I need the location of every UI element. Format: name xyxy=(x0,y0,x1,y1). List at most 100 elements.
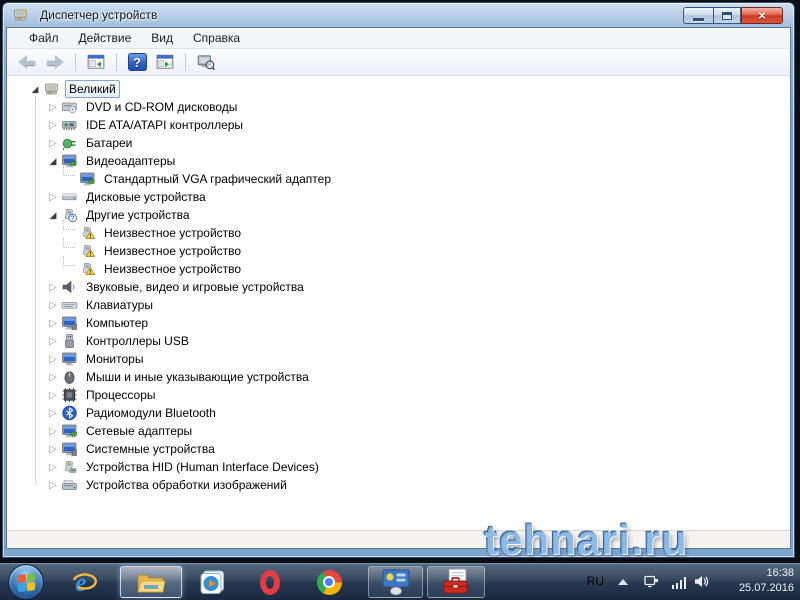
taskbar-clock[interactable]: 16:38 25.07.2016 xyxy=(739,566,794,596)
start-button[interactable] xyxy=(8,564,44,600)
tree-item[interactable]: Сетевые адаптеры xyxy=(7,422,790,440)
tree-item[interactable]: Системные устройства xyxy=(7,440,790,458)
expander-icon[interactable] xyxy=(45,135,61,151)
taskbar-opera[interactable] xyxy=(250,566,290,598)
tree-item-label: Батареи xyxy=(86,136,133,150)
expander-icon[interactable] xyxy=(45,279,61,295)
volume-icon[interactable] xyxy=(693,573,710,590)
clock-time: 16:38 xyxy=(766,567,794,579)
expander-icon[interactable] xyxy=(45,117,61,133)
expander-icon[interactable] xyxy=(27,81,43,97)
tree-item-root[interactable]: Великий xyxy=(7,80,790,98)
minimize-button[interactable] xyxy=(683,7,713,24)
toolbar-separator xyxy=(185,53,186,71)
tree-item-label: Устройства HID (Human Interface Devices) xyxy=(86,460,319,474)
titlebar[interactable]: Диспетчер устройств × xyxy=(6,3,791,27)
tree-item[interactable]: Контроллеры USB xyxy=(7,332,790,350)
taskbar-windows-explorer[interactable] xyxy=(120,566,182,598)
tree-item-label: Неизвестное устройство xyxy=(104,226,242,240)
device-manager-icon xyxy=(12,7,29,23)
warning-device-icon xyxy=(79,225,96,241)
expander-icon[interactable] xyxy=(45,459,61,475)
expander-icon[interactable] xyxy=(45,333,61,349)
expander-icon[interactable] xyxy=(45,207,61,223)
close-button[interactable]: × xyxy=(741,7,783,24)
tree-item[interactable]: Стандартный VGA графический адаптер xyxy=(7,166,790,188)
clock-date: 25.07.2016 xyxy=(738,582,794,594)
action-pane-icon xyxy=(156,53,174,71)
help-button[interactable]: ? xyxy=(125,51,149,73)
tree-item[interactable]: Батареи xyxy=(7,134,790,152)
menu-bar: Файл Действие Вид Справка xyxy=(7,28,790,49)
forward-button[interactable] xyxy=(43,51,67,73)
tree-item[interactable]: Неизвестное устройство xyxy=(7,256,790,278)
taskbar-admin-toolbox[interactable] xyxy=(427,566,485,598)
expander-icon[interactable] xyxy=(45,315,61,331)
tree-item[interactable]: Клавиатуры xyxy=(7,296,790,314)
tree-item[interactable]: Устройства HID (Human Interface Devices) xyxy=(7,458,790,476)
network-signal-icon[interactable] xyxy=(671,576,686,589)
device-manager-window: Диспетчер устройств × Файл Действие Вид … xyxy=(2,2,795,558)
menu-file[interactable]: Файл xyxy=(19,29,69,47)
system-device-icon xyxy=(61,441,78,457)
back-button[interactable] xyxy=(15,51,39,73)
tree-item[interactable]: IDE ATA/ATAPI контроллеры xyxy=(7,116,790,134)
maximize-button[interactable] xyxy=(713,7,741,24)
expander-icon[interactable] xyxy=(45,297,61,313)
console-tree-button[interactable] xyxy=(84,51,108,73)
tree-item[interactable]: Видеоадаптеры xyxy=(7,152,790,170)
tree-item-label: Неизвестное устройство xyxy=(104,262,242,276)
menu-view[interactable]: Вид xyxy=(141,29,183,47)
speaker-icon xyxy=(61,279,78,295)
toolbox-icon xyxy=(443,568,468,594)
forward-icon xyxy=(44,54,66,70)
device-tree: Великий DVD и CD-ROM дисководы IDE ATA/A… xyxy=(7,76,790,530)
monitor-icon xyxy=(61,351,78,367)
expander-icon[interactable] xyxy=(45,477,61,493)
toolbar: ? xyxy=(7,49,790,76)
windows-logo-icon xyxy=(17,572,35,592)
menu-help[interactable]: Справка xyxy=(183,29,250,47)
tree-item[interactable]: Мыши и иные указывающие устройства xyxy=(7,368,790,386)
taskbar-media-player[interactable] xyxy=(192,566,232,598)
expander-icon[interactable] xyxy=(45,189,61,205)
opera-icon xyxy=(260,569,280,595)
expander-icon[interactable] xyxy=(45,153,61,169)
tree-item-label: IDE ATA/ATAPI контроллеры xyxy=(86,118,244,132)
scan-hardware-button[interactable] xyxy=(194,51,218,73)
tree-item[interactable]: DVD и CD-ROM дисководы xyxy=(7,98,790,116)
client-area: Файл Действие Вид Справка ? Великий xyxy=(6,27,791,549)
taskbar-chrome[interactable] xyxy=(308,566,350,598)
tree-item[interactable]: Дисковые устройства xyxy=(7,188,790,206)
menu-action[interactable]: Действие xyxy=(69,29,142,47)
tree-item-label: Сетевые адаптеры xyxy=(86,424,193,438)
tree-item[interactable]: Устройства обработки изображений xyxy=(7,476,790,494)
help-icon: ? xyxy=(127,53,147,71)
tree-item-label: Мониторы xyxy=(86,352,144,366)
tree-item[interactable]: Другие устройства xyxy=(7,206,790,224)
display-adapter-icon xyxy=(79,171,96,187)
tree-item[interactable]: Мониторы xyxy=(7,350,790,368)
expander-icon[interactable] xyxy=(45,423,61,439)
tree-item[interactable]: Звуковые, видео и игровые устройства xyxy=(7,278,790,296)
tree-item[interactable]: Неизвестное устройство xyxy=(7,220,790,242)
action-center-icon[interactable] xyxy=(643,573,660,590)
expander-icon[interactable] xyxy=(45,99,61,115)
tree-item[interactable]: Неизвестное устройство xyxy=(7,238,790,260)
expander-icon[interactable] xyxy=(45,387,61,403)
network-adapter-icon xyxy=(61,423,78,439)
tree-connector xyxy=(63,238,75,248)
expander-icon[interactable] xyxy=(45,441,61,457)
taskbar-internet-explorer[interactable]: e xyxy=(66,566,104,598)
tree-item[interactable]: Компьютер xyxy=(7,314,790,332)
action-pane-button[interactable] xyxy=(153,51,177,73)
language-indicator[interactable]: RU xyxy=(587,574,604,588)
tree-item[interactable]: Процессоры xyxy=(7,386,790,404)
expander-icon[interactable] xyxy=(45,369,61,385)
show-hidden-icons-icon[interactable] xyxy=(618,579,628,585)
tree-item[interactable]: Радиомодули Bluetooth xyxy=(7,404,790,422)
expander-icon[interactable] xyxy=(45,405,61,421)
taskbar-hardware-panel[interactable] xyxy=(368,566,423,598)
console-tree-icon xyxy=(87,53,105,71)
expander-icon[interactable] xyxy=(45,351,61,367)
